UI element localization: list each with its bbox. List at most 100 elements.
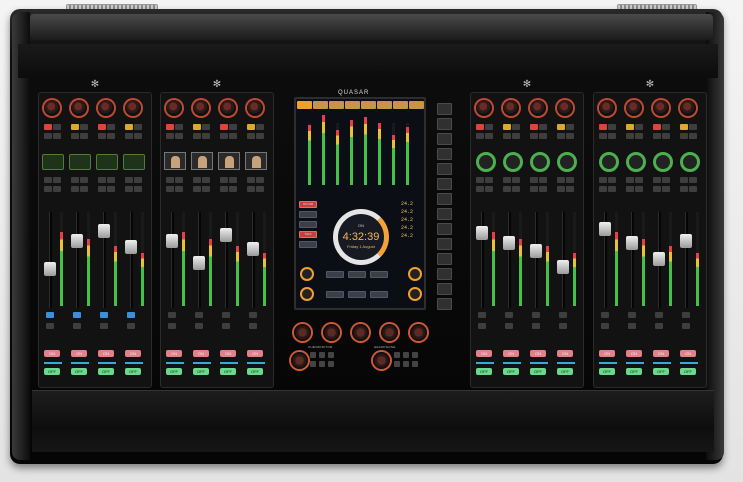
off-button[interactable]: OFF: [247, 368, 263, 375]
screen-side-key[interactable]: [437, 283, 452, 295]
channel-button[interactable]: [503, 186, 511, 192]
screen-side-key[interactable]: [437, 193, 452, 205]
channel-button[interactable]: [628, 323, 636, 329]
channel-button[interactable]: [134, 133, 142, 139]
knob-icon[interactable]: [503, 100, 519, 116]
knob-icon[interactable]: [410, 324, 427, 341]
channel-button[interactable]: [530, 133, 538, 139]
pad-button[interactable]: [328, 361, 334, 367]
pad-button[interactable]: [328, 352, 334, 358]
screen-button[interactable]: [299, 221, 317, 228]
fader-icon[interactable]: [125, 240, 137, 254]
channel-button[interactable]: [98, 177, 106, 183]
channel-button[interactable]: [71, 186, 79, 192]
channel-button[interactable]: [635, 186, 643, 192]
channel-button[interactable]: [505, 312, 513, 318]
channel-button[interactable]: [662, 124, 670, 130]
knob-icon[interactable]: [352, 324, 369, 341]
channel-button[interactable]: [557, 124, 565, 130]
channel-button[interactable]: [247, 133, 255, 139]
channel-button[interactable]: [682, 312, 690, 318]
knob-icon[interactable]: [247, 100, 263, 116]
channel-button[interactable]: [476, 133, 484, 139]
screen-side-key[interactable]: [437, 178, 452, 190]
onair-button[interactable]: ON AIR: [299, 201, 317, 208]
channel-button[interactable]: [530, 177, 538, 183]
channel-button[interactable]: [485, 177, 493, 183]
channel-button[interactable]: [478, 312, 486, 318]
off-button[interactable]: OFF: [476, 368, 492, 375]
channel-button[interactable]: [125, 177, 133, 183]
screen-side-key[interactable]: [437, 103, 452, 115]
screen-button[interactable]: [299, 241, 317, 248]
fader-icon[interactable]: [247, 242, 259, 256]
touch-screen[interactable]: ON 4:32:39 Friday 1 August ON AIR TALK 2…: [294, 97, 426, 310]
channel-button[interactable]: [512, 186, 520, 192]
knob-icon[interactable]: [294, 324, 311, 341]
channel-button[interactable]: [626, 177, 634, 183]
channel-button[interactable]: [71, 133, 79, 139]
channel-button[interactable]: [229, 177, 237, 183]
channel-button[interactable]: [100, 312, 108, 318]
on-button[interactable]: ON: [626, 350, 642, 357]
channel-button[interactable]: [532, 323, 540, 329]
channel-button[interactable]: [46, 312, 54, 318]
channel-button[interactable]: [608, 133, 616, 139]
channel-button[interactable]: [44, 177, 52, 183]
off-button[interactable]: OFF: [44, 368, 60, 375]
off-button[interactable]: OFF: [193, 368, 209, 375]
off-button[interactable]: OFF: [599, 368, 615, 375]
channel-button[interactable]: [653, 177, 661, 183]
channel-button[interactable]: [175, 133, 183, 139]
channel-button[interactable]: [608, 124, 616, 130]
channel-button[interactable]: [662, 177, 670, 183]
channel-button[interactable]: [566, 124, 574, 130]
pad-button[interactable]: [319, 361, 325, 367]
channel-button[interactable]: [73, 323, 81, 329]
channel-button[interactable]: [98, 186, 106, 192]
knob-icon[interactable]: [557, 100, 573, 116]
channel-button[interactable]: [134, 177, 142, 183]
channel-button[interactable]: [662, 133, 670, 139]
channel-button[interactable]: [247, 124, 255, 130]
channel-button[interactable]: [485, 186, 493, 192]
channel-button[interactable]: [80, 186, 88, 192]
channel-button[interactable]: [222, 323, 230, 329]
channel-button[interactable]: [557, 133, 565, 139]
channel-button[interactable]: [98, 124, 106, 130]
channel-button[interactable]: [134, 186, 142, 192]
channel-button[interactable]: [628, 312, 636, 318]
channel-button[interactable]: [98, 133, 106, 139]
channel-button[interactable]: [608, 177, 616, 183]
screen-button[interactable]: [326, 291, 344, 298]
fader-icon[interactable]: [220, 228, 232, 242]
screen-side-key[interactable]: [437, 148, 452, 160]
channel-button[interactable]: [229, 186, 237, 192]
channel-button[interactable]: [653, 124, 661, 130]
channel-button[interactable]: [539, 133, 547, 139]
channel-button[interactable]: [229, 133, 237, 139]
knob-icon[interactable]: [599, 100, 615, 116]
channel-button[interactable]: [485, 133, 493, 139]
on-button[interactable]: ON: [653, 350, 669, 357]
channel-button[interactable]: [512, 177, 520, 183]
channel-button[interactable]: [193, 124, 201, 130]
channel-button[interactable]: [601, 312, 609, 318]
on-button[interactable]: ON: [557, 350, 573, 357]
knob-icon[interactable]: [193, 100, 209, 116]
channel-button[interactable]: [503, 124, 511, 130]
pad-button[interactable]: [394, 361, 400, 367]
channel-button[interactable]: [503, 177, 511, 183]
channel-button[interactable]: [175, 177, 183, 183]
channel-button[interactable]: [653, 133, 661, 139]
knob-icon[interactable]: [220, 100, 236, 116]
channel-button[interactable]: [166, 186, 174, 192]
channel-button[interactable]: [476, 177, 484, 183]
pad-button[interactable]: [310, 361, 316, 367]
channel-button[interactable]: [256, 133, 264, 139]
off-button[interactable]: OFF: [680, 368, 696, 375]
knob-icon[interactable]: [680, 100, 696, 116]
channel-button[interactable]: [134, 124, 142, 130]
channel-button[interactable]: [125, 133, 133, 139]
on-button[interactable]: ON: [193, 350, 209, 357]
